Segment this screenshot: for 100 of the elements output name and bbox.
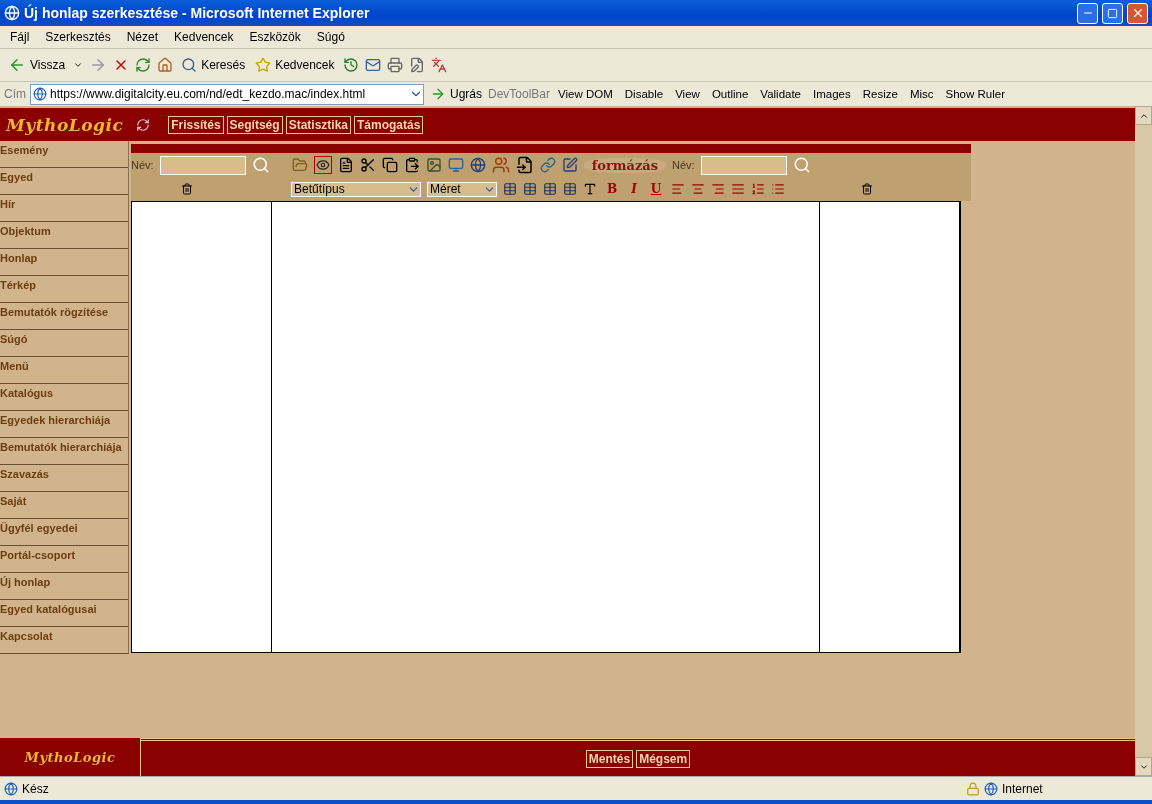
- devtoolbar-item[interactable]: Resize: [858, 88, 902, 100]
- site-logo[interactable]: MythoLogic: [6, 114, 124, 135]
- monitor-icon: [447, 157, 464, 173]
- search-icon: [251, 156, 270, 174]
- sidebar-item[interactable]: Szavazás: [0, 465, 128, 492]
- devtoolbar-item[interactable]: Misc: [905, 88, 938, 100]
- sidebar-item[interactable]: Új honlap: [0, 573, 128, 600]
- menu-item[interactable]: Eszközök: [241, 30, 309, 44]
- footer-button[interactable]: Mégsem: [636, 749, 691, 768]
- devtoolbar-item[interactable]: Images: [809, 88, 855, 100]
- devtoolbar-item[interactable]: Show Ruler: [941, 88, 1009, 100]
- nav-button[interactable]: Támogatás: [354, 115, 424, 134]
- font-select[interactable]: Betűtípus: [291, 181, 421, 197]
- address-label: Cím: [4, 87, 26, 101]
- mail-icon: [364, 57, 381, 73]
- favorites-button[interactable]: Kedvencek: [253, 57, 337, 73]
- star-icon: [255, 57, 272, 73]
- sidebar-item[interactable]: Bemutatók rögzítése: [0, 303, 128, 330]
- address-field[interactable]: https://www.digitalcity.eu.com/nd/edt_kezdo.mac/index.html: [30, 83, 424, 105]
- devtoolbar-item[interactable]: Disable: [620, 88, 668, 100]
- history-icon: [342, 57, 359, 73]
- trash-icon: [181, 183, 193, 195]
- sidebar-item[interactable]: Honlap: [0, 249, 128, 276]
- menu-item[interactable]: Nézet: [118, 30, 167, 44]
- eye-button[interactable]: [313, 156, 332, 174]
- menu-item[interactable]: Súgó: [308, 30, 353, 44]
- restore-button[interactable]: [1102, 2, 1123, 24]
- numbered-list-icon: [751, 182, 766, 196]
- edit-icon: [408, 57, 425, 73]
- menu-item[interactable]: Kedvencek: [166, 30, 242, 44]
- go-arrow-icon: [430, 86, 446, 102]
- table-icon: [563, 182, 577, 196]
- name-label: Név:: [672, 159, 695, 171]
- eye-icon: [315, 158, 330, 172]
- status-text: Kész: [22, 781, 50, 796]
- sidebar-item[interactable]: Egyed: [0, 168, 128, 195]
- sidebar-item[interactable]: Portál-csoport: [0, 546, 128, 573]
- align-left-icon: [671, 182, 686, 196]
- footer-button[interactable]: Mentés: [585, 749, 634, 768]
- go-button[interactable]: Ugrás: [428, 86, 484, 102]
- restore-icon: [1107, 7, 1118, 19]
- nav-button[interactable]: Frissítés: [168, 115, 224, 134]
- sidebar-item[interactable]: Katalógus: [0, 384, 128, 411]
- nav-button[interactable]: Statisztika: [285, 115, 351, 134]
- window-title: Új honlap szerkesztése - Microsoft Internet Explorer: [24, 5, 371, 21]
- name-field[interactable]: [159, 155, 246, 175]
- sidebar-item[interactable]: Ügyfél egyedei: [0, 519, 128, 546]
- devtoolbar-item[interactable]: Validate: [756, 88, 806, 100]
- align-right-icon: [711, 182, 726, 196]
- sidebar-item[interactable]: Kapcsolat: [0, 627, 128, 654]
- refresh-icon: [135, 57, 152, 73]
- sidebar-item[interactable]: Egyed katalógusai: [0, 600, 128, 627]
- link-icon: [539, 157, 556, 173]
- sidebar-item[interactable]: Menü: [0, 357, 128, 384]
- paste-icon: [403, 157, 420, 173]
- sidebar-item[interactable]: Esemény: [0, 141, 128, 168]
- lock-icon: [966, 781, 980, 796]
- devtoolbar-item[interactable]: Outline: [707, 88, 753, 100]
- sidebar-item[interactable]: Egyedek hierarchiája: [0, 411, 128, 438]
- sidebar-item[interactable]: Súgó: [0, 330, 128, 357]
- globe-icon: [984, 781, 998, 796]
- devtoolbar-label: DevToolBar: [488, 87, 551, 101]
- sidebar-item[interactable]: Objektum: [0, 222, 128, 249]
- align-center-icon: [691, 182, 706, 196]
- name-label: Név:: [131, 159, 154, 171]
- table-icon: [523, 182, 537, 196]
- devtoolbar-item[interactable]: View: [671, 88, 704, 100]
- ie-page-icon: [33, 87, 47, 101]
- trash-icon: [861, 183, 874, 195]
- folder-icon: [291, 157, 308, 173]
- table-icon: [503, 182, 517, 196]
- bullet-list-icon: [771, 182, 786, 196]
- copy-icon: [381, 157, 398, 173]
- text-color-icon: [583, 182, 597, 196]
- size-select[interactable]: Méret: [427, 181, 497, 197]
- sidebar-item[interactable]: Hír: [0, 195, 128, 222]
- globe-icon: [469, 157, 486, 173]
- devtoolbar-item[interactable]: View DOM: [554, 88, 617, 100]
- minimize-button[interactable]: [1077, 2, 1098, 24]
- search-button[interactable]: Keresés: [179, 57, 248, 73]
- sidebar-item[interactable]: Saját: [0, 492, 128, 519]
- close-button[interactable]: [1127, 2, 1148, 24]
- align-justify-icon: [731, 182, 746, 196]
- scrollbar[interactable]: [1135, 106, 1152, 776]
- sidebar-item[interactable]: Bemutatók hierarchiája: [0, 438, 128, 465]
- name-field[interactable]: [700, 155, 787, 175]
- pen-icon: [561, 157, 578, 173]
- search-icon: [181, 57, 198, 73]
- document-arrow-icon: [515, 156, 534, 174]
- dropdown-icon: [73, 60, 84, 70]
- scissors-icon: [359, 157, 376, 173]
- menu-item[interactable]: Szerkesztés: [37, 30, 119, 44]
- table-icon: [543, 182, 557, 196]
- back-button[interactable]: Vissza: [6, 56, 68, 74]
- document-icon: [337, 157, 354, 173]
- ie-page-icon: [4, 5, 20, 21]
- menu-item[interactable]: Fájl: [2, 30, 38, 44]
- sidebar-item[interactable]: Térkép: [0, 276, 128, 303]
- nav-button[interactable]: Segítség: [226, 115, 283, 134]
- page-icon: [4, 781, 18, 796]
